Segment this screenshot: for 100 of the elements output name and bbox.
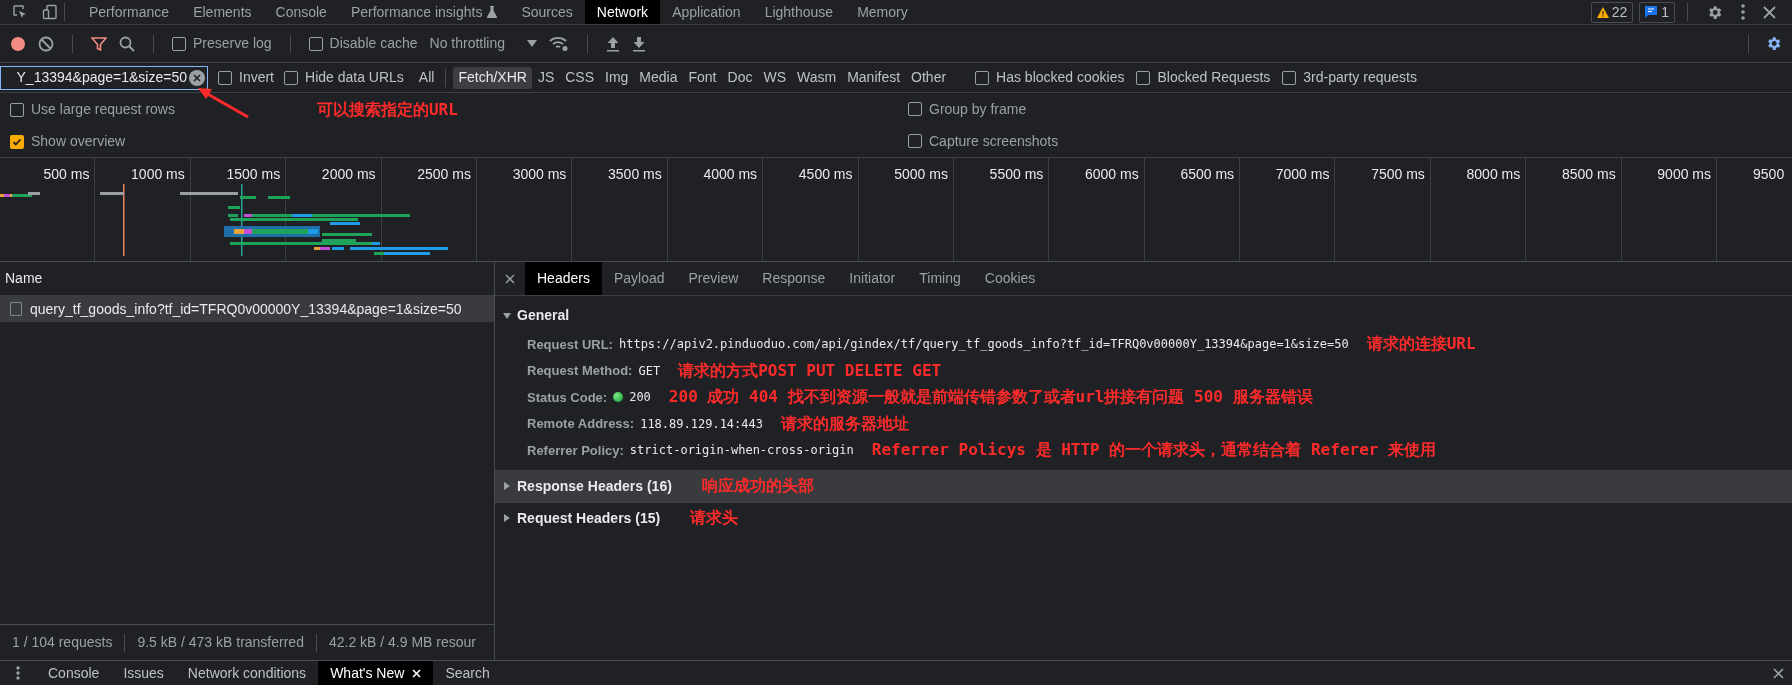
detail-tab[interactable]: Cookies (972, 262, 1048, 295)
request-row[interactable]: query_tf_goods_info?tf_id=TFRQ0v00000Y_13394&page=1&size=50 (0, 296, 494, 322)
panel-tab[interactable]: Console (263, 0, 339, 24)
device-icon[interactable] (42, 4, 58, 20)
close-icon[interactable] (1763, 5, 1776, 19)
panel-tab[interactable]: Performance insights (338, 0, 510, 24)
field-label: Remote Address: (527, 415, 635, 433)
time-tick-label: 5000 ms (894, 165, 948, 181)
clear-icon[interactable] (38, 35, 54, 52)
type-filter-button[interactable]: Font (683, 66, 722, 89)
field-label: Status Code: (527, 388, 608, 407)
drawer-tab[interactable]: What's New (318, 661, 434, 685)
download-icon[interactable] (632, 35, 646, 52)
panel-tab[interactable]: Lighthouse (752, 0, 846, 24)
more-options-icon[interactable] (16, 666, 20, 680)
drawer-tab[interactable]: Console (36, 661, 112, 685)
filter-icon[interactable] (91, 35, 107, 52)
annotation-text: 200 成功 404 找不到资源一般就是前端传错参数了或者url拼接有问题 500 服务器错误 (668, 386, 1313, 409)
type-filter-button[interactable]: JS (532, 66, 560, 89)
type-filter-button[interactable]: CSS (560, 66, 599, 89)
file-icon (10, 302, 22, 316)
section-header[interactable]: Request Headers (15) 请求头 (495, 502, 1792, 534)
time-tick-label: 8500 ms (1561, 165, 1616, 181)
type-filter-button[interactable]: Doc (722, 66, 758, 89)
checkbox[interactable] (284, 70, 298, 85)
time-tick-label: 6000 ms (1085, 165, 1139, 181)
drawer-tab[interactable]: Issues (111, 661, 176, 685)
panel-tab[interactable]: Memory (845, 0, 920, 24)
checkbox[interactable] (908, 134, 922, 148)
flask-icon (487, 6, 498, 18)
field-value: GET (638, 362, 661, 380)
warning-icon (1596, 6, 1609, 18)
throttling-dropdown[interactable]: No throttling (429, 33, 537, 54)
detail-tab[interactable]: Payload (601, 262, 677, 295)
request-name: query_tf_goods_info?tf_id=TFRQ0v00000Y_13394&page=1&size=50 (30, 299, 462, 319)
field-value: 200 (629, 389, 651, 407)
clear-input-icon[interactable] (189, 69, 205, 86)
type-filter-button[interactable]: Fetch/XHR (453, 66, 532, 89)
type-filter-button[interactable]: Media (634, 66, 683, 89)
checkbox-label: Show overview (31, 132, 126, 152)
annotation-text: 响应成功的头部 (701, 475, 814, 497)
time-tick-label: 9500 (1753, 165, 1785, 181)
checkbox[interactable] (308, 36, 323, 51)
settings-icon[interactable] (1706, 3, 1723, 21)
field-value: 118.89.129.14:443 (640, 415, 763, 433)
section-header[interactable]: General (495, 300, 1792, 331)
type-filter-button[interactable]: Other (906, 66, 952, 89)
checkbox-label: Hide data URLs (305, 68, 404, 87)
drawer-tab[interactable]: Network conditions (175, 661, 319, 685)
checkbox[interactable] (1282, 70, 1297, 85)
checkbox[interactable] (10, 102, 24, 117)
detail-tab[interactable]: Timing (907, 262, 973, 295)
panel-tab[interactable]: Elements (181, 0, 264, 24)
checkbox[interactable] (172, 36, 186, 51)
time-tick-label: 6500 ms (1180, 165, 1235, 181)
close-icon[interactable] (505, 273, 515, 284)
type-filter-button[interactable]: Manifest (842, 66, 906, 89)
field-value: https://apiv2.pinduoduo.com/api/gindex/tf/query_tf_goods_info?tf_id=TFRQ0v00000Y_13394&page=1&size=50 (618, 336, 1349, 354)
time-tick-label: 500 ms (43, 165, 90, 181)
drawer-tab[interactable]: Search (433, 661, 502, 685)
panel-tab[interactable]: Network (584, 0, 661, 24)
section-header[interactable]: Response Headers (16) 响应成功的头部 (495, 470, 1792, 502)
upload-icon[interactable] (606, 35, 620, 52)
inspect-icon[interactable] (12, 4, 28, 20)
time-tick-label: 3500 ms (608, 165, 662, 181)
detail-tab[interactable]: Initiator (837, 262, 908, 295)
search-icon[interactable] (119, 35, 135, 52)
wifi-settings-icon[interactable] (549, 35, 569, 52)
more-options-icon[interactable] (1741, 4, 1745, 20)
caret-icon (527, 40, 537, 47)
field-label: Request Method: (527, 362, 633, 380)
type-filter-button[interactable]: Wasm (792, 66, 842, 89)
checkbox[interactable] (218, 70, 232, 85)
panel-tab[interactable]: Sources (509, 0, 585, 24)
checkbox-label: Invert (239, 68, 274, 87)
detail-tab[interactable]: Headers (525, 262, 602, 295)
type-filter-button[interactable]: WS (758, 66, 791, 89)
type-filter-button[interactable]: Img (600, 66, 634, 89)
panel-tab[interactable]: Performance (77, 0, 182, 24)
warnings-badge[interactable]: 22 (1590, 1, 1634, 23)
panel-tab[interactable]: Application (660, 0, 753, 24)
checkbox-label: Group by frame (929, 99, 1027, 119)
caret-right-icon (503, 482, 511, 490)
checkbox[interactable] (10, 134, 24, 149)
detail-tab[interactable]: Response (750, 262, 838, 295)
record-button[interactable] (10, 35, 26, 52)
filter-input[interactable]: Y_13394&page=1&size=50 (0, 65, 208, 90)
checkbox-label: Preserve log (193, 34, 272, 53)
detail-tab[interactable]: Preview (676, 262, 751, 295)
section-title: Request Headers (15) (517, 508, 661, 528)
checkbox-label: 3rd-party requests (1303, 68, 1417, 87)
type-filter-button[interactable]: All (413, 66, 440, 89)
checkbox[interactable] (1136, 70, 1151, 85)
checkbox[interactable] (975, 70, 990, 85)
messages-badge[interactable]: 1 (1639, 1, 1675, 23)
section-title: General (517, 306, 570, 325)
checkbox[interactable] (908, 102, 922, 116)
settings-icon[interactable] (1765, 35, 1782, 52)
annotation-text: 请求头 (690, 507, 739, 529)
close-icon[interactable] (1773, 667, 1784, 679)
